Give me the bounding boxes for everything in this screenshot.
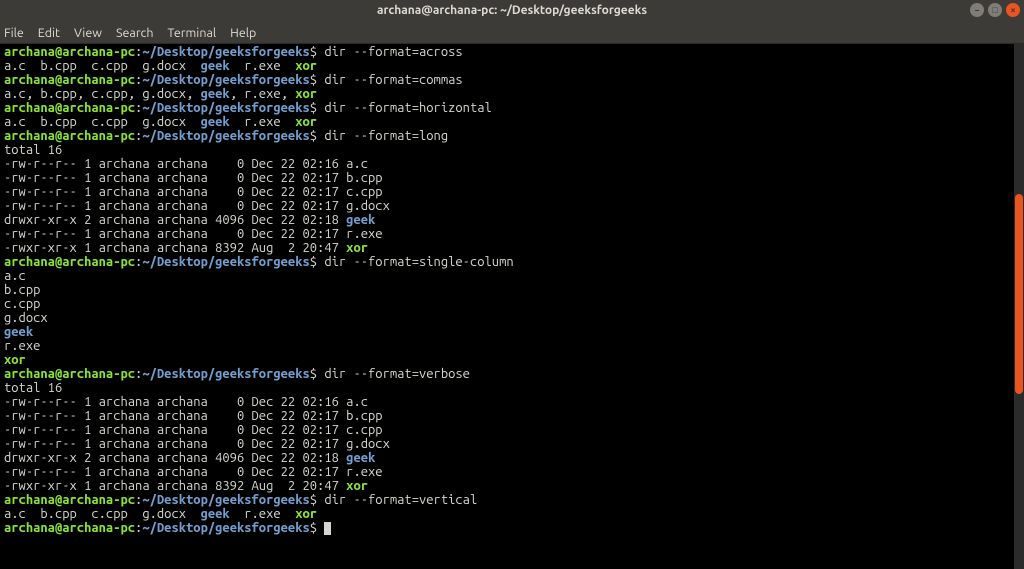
maximize-button[interactable]: □: [988, 3, 1002, 17]
terminal-output[interactable]: archana@archana-pc:~/Desktop/geeksforgee…: [0, 44, 1024, 569]
menu-file[interactable]: File: [4, 26, 24, 40]
window-title: archana@archana-pc: ~/Desktop/geeksforge…: [377, 4, 647, 18]
close-button[interactable]: ×: [1006, 3, 1020, 17]
menu-help[interactable]: Help: [230, 26, 256, 40]
menubar: File Edit View Search Terminal Help: [0, 22, 1024, 44]
window-controls: − □ ×: [970, 3, 1020, 17]
cursor: [324, 522, 331, 535]
scrollbar-thumb[interactable]: [1015, 194, 1023, 394]
menu-search[interactable]: Search: [116, 26, 154, 40]
menu-terminal[interactable]: Terminal: [168, 26, 217, 40]
titlebar: archana@archana-pc: ~/Desktop/geeksforge…: [0, 0, 1024, 22]
scrollbar[interactable]: [1014, 44, 1024, 569]
menu-view[interactable]: View: [74, 26, 102, 40]
menu-edit[interactable]: Edit: [38, 26, 60, 40]
minimize-button[interactable]: −: [970, 3, 984, 17]
